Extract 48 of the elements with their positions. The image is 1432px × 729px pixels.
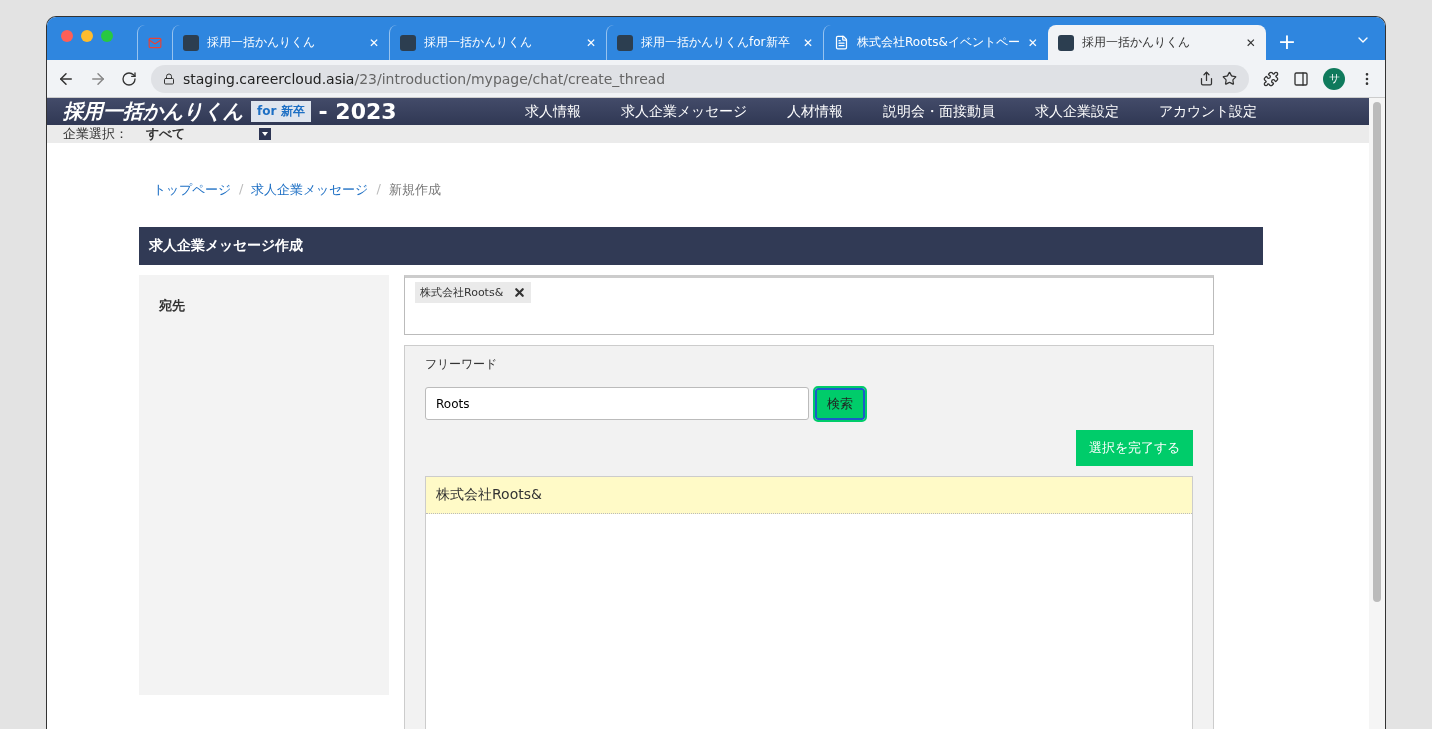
lock-icon <box>163 72 175 85</box>
star-icon[interactable] <box>1222 71 1237 86</box>
mail-icon <box>148 35 162 50</box>
logo-text: 採用一括かんりくん <box>63 98 243 125</box>
nav-link[interactable]: 求人企業メッセージ <box>621 102 747 121</box>
search-button[interactable]: 検索 <box>815 387 865 420</box>
section-title: 求人企業メッセージ作成 <box>139 227 1263 265</box>
breadcrumb-current: 新規作成 <box>388 181 441 199</box>
reload-icon[interactable] <box>121 70 137 87</box>
close-icon[interactable]: ✕ <box>1027 35 1038 50</box>
field-label: 宛先 <box>159 298 185 313</box>
side-panel-icon[interactable] <box>1293 70 1309 87</box>
close-icon[interactable]: ✕ <box>802 35 813 50</box>
nav-link[interactable]: アカウント設定 <box>1159 102 1257 121</box>
nav-link[interactable]: 説明会・面接動員 <box>883 102 995 121</box>
recipient-field[interactable]: 株式会社Roots& <box>404 275 1214 335</box>
company-select-value[interactable]: すべて <box>146 125 259 143</box>
breadcrumb-link[interactable]: トップページ <box>153 181 231 199</box>
result-item[interactable]: 株式会社Roots& <box>426 477 1192 514</box>
scrollbar-thumb[interactable] <box>1373 102 1381 602</box>
site-icon <box>400 34 416 51</box>
logo-year: - 2023 <box>318 99 397 124</box>
share-icon[interactable] <box>1199 71 1214 86</box>
nav-link[interactable]: 人材情報 <box>787 102 843 121</box>
dropdown-icon[interactable] <box>259 128 271 140</box>
nav-link[interactable]: 求人情報 <box>525 102 581 121</box>
recipient-chip: 株式会社Roots& <box>415 282 532 303</box>
address-bar[interactable]: staging.careercloud.asia/23/introduction/mypage/chat/create_thread <box>151 64 1249 93</box>
breadcrumb-separator: / <box>239 181 244 198</box>
search-field[interactable]: Roots <box>425 387 809 420</box>
close-icon[interactable]: ✕ <box>585 35 596 50</box>
breadcrumb-link[interactable]: 求人企業メッセージ <box>251 181 369 199</box>
close-icon[interactable]: ✕ <box>368 35 379 50</box>
browser-tab[interactable]: 採用一括かんりくん ✕ <box>1047 25 1266 60</box>
nav-link[interactable]: 求人企業設定 <box>1035 102 1119 121</box>
search-label: フリーワード <box>425 356 498 373</box>
close-icon[interactable]: ✕ <box>1245 35 1256 50</box>
site-icon <box>183 34 199 51</box>
company-select-label: 企業選択： <box>63 125 128 143</box>
breadcrumb-separator: / <box>376 181 381 198</box>
site-icon <box>1057 34 1074 51</box>
puzzle-icon[interactable] <box>1263 70 1279 87</box>
new-tab-button[interactable]: + <box>1277 29 1297 54</box>
profile-avatar[interactable]: サ <box>1323 67 1345 90</box>
logo-badge: for 新卒 <box>251 101 311 122</box>
remove-icon[interactable] <box>513 286 527 299</box>
site-icon <box>617 34 633 51</box>
document-icon <box>834 35 849 50</box>
